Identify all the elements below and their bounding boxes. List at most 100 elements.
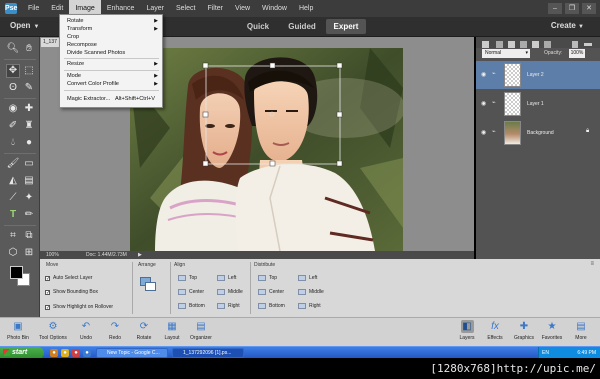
redo-button[interactable]: ↷ Redo	[100, 320, 130, 341]
minimize-icon[interactable]: –	[548, 3, 562, 14]
marquee-tool-icon[interactable]: ⬚	[22, 64, 36, 78]
crop-tool-icon[interactable]: ⌗	[6, 229, 20, 243]
distribute-middle-icon	[298, 289, 306, 295]
menu-item-convert-color-profile[interactable]: Convert Color Profile ▶	[60, 80, 162, 88]
distribute-center-button[interactable]: Center	[258, 289, 284, 295]
menu-item-crop[interactable]: Crop	[60, 33, 162, 41]
link-icon[interactable]: ⌁	[492, 70, 496, 77]
graphics-button[interactable]: ✚ Graphics	[509, 320, 539, 341]
sponge-tool-icon[interactable]: ●	[22, 136, 36, 150]
foreground-color-swatch[interactable]	[10, 266, 23, 279]
create-button[interactable]: Create ▼	[551, 21, 584, 30]
blend-mode-select[interactable]: Normal ▾	[482, 49, 530, 58]
zoom-tool-icon[interactable]: 🔍︎	[6, 42, 20, 56]
organizer-button[interactable]: ▤ Organizer	[186, 320, 216, 341]
spot-healing-tool-icon[interactable]: ✚	[22, 102, 36, 116]
quicklaunch-icon[interactable]: ●	[83, 349, 91, 357]
menu-item-recompose[interactable]: Recompose	[60, 41, 162, 49]
link-icon[interactable]: ⌁	[492, 128, 496, 135]
opacity-input[interactable]: 100%	[569, 49, 585, 58]
custom-shape-tool-icon[interactable]: ✦	[22, 191, 36, 205]
menu-help[interactable]: Help	[293, 0, 319, 17]
distribute-middle-button[interactable]: Middle	[298, 289, 324, 295]
menu-item-divide-scanned-photos[interactable]: Divide Scanned Photos	[60, 49, 162, 57]
auto-select-layer-checkbox[interactable]: ✓ Auto Select Layer	[45, 275, 92, 281]
link-icon[interactable]: ⌁	[492, 99, 496, 106]
document-tab[interactable]: 1_137	[41, 38, 61, 47]
type-tool-icon[interactable]: T	[6, 208, 20, 222]
menu-select[interactable]: Select	[170, 0, 201, 17]
content-aware-move-tool-icon[interactable]: ⬡	[6, 246, 20, 260]
layout-button[interactable]: ▦ Layout	[157, 320, 187, 341]
tab-quick[interactable]: Quick	[238, 19, 278, 34]
taskbar-button[interactable]: New Topic - Google C...	[96, 348, 168, 358]
tool-options-button[interactable]: ⚙︎ Tool Options	[38, 320, 68, 341]
eraser-tool-icon[interactable]: ▭	[22, 157, 36, 171]
menu-item-magic-extractor[interactable]: Magic Extractor... Alt+Shift+Ctrl+V	[60, 95, 162, 103]
tab-expert[interactable]: Expert	[326, 19, 366, 34]
align-middle-button[interactable]: Middle	[217, 289, 243, 295]
windows-taskbar: start ● ● ● ● New Topic - Google C... 1_…	[0, 346, 600, 359]
lasso-tool-icon[interactable]: ʘ	[6, 81, 20, 95]
favorites-button[interactable]: ★ Favorites	[537, 320, 567, 341]
align-center-button[interactable]: Center	[178, 289, 204, 295]
close-icon[interactable]: ✕	[582, 3, 596, 14]
quicklaunch-icon[interactable]: ●	[61, 349, 69, 357]
align-bottom-button[interactable]: Bottom	[178, 303, 205, 309]
menu-file[interactable]: File	[22, 0, 45, 17]
eye-icon[interactable]: ◉	[481, 100, 486, 107]
tab-guided[interactable]: Guided	[282, 19, 322, 34]
straighten-tool-icon[interactable]: ⊞	[22, 246, 36, 260]
photo-bin-button[interactable]: ▣ Photo Bin	[3, 320, 33, 341]
layer-row[interactable]: ◉ ⌁ Layer 1	[476, 90, 600, 118]
eyedropper-tool-icon[interactable]: ⟋	[6, 191, 20, 205]
open-button[interactable]: Open ▼	[10, 21, 39, 30]
brush-tool-icon[interactable]: 🖌︎	[6, 157, 20, 171]
panel-menu-icon[interactable]: ≡	[590, 261, 594, 267]
eye-icon[interactable]: ◉	[481, 71, 486, 78]
menu-view[interactable]: View	[229, 0, 256, 17]
blur-tool-icon[interactable]: 💧︎	[6, 136, 20, 150]
more-button[interactable]: ▤ More	[566, 320, 596, 341]
taskbar-button[interactable]: 1_137292096 [1].ps...	[172, 348, 244, 358]
distribute-right-button[interactable]: Right	[298, 303, 321, 309]
layer-row[interactable]: ◉ ⌁ Layer 2	[476, 61, 600, 89]
recompose-tool-icon[interactable]: ⧉	[22, 229, 36, 243]
lock-icon[interactable]: 🔒︎	[586, 128, 589, 135]
arrange-icon[interactable]	[140, 277, 158, 293]
move-tool-icon[interactable]: ✥	[6, 64, 20, 78]
menu-item-transform[interactable]: Transform ▶	[60, 25, 162, 33]
rotate-button[interactable]: ⟳ Rotate	[129, 320, 159, 341]
align-top-button[interactable]: Top	[178, 275, 197, 281]
clone-stamp-tool-icon[interactable]: ♜	[22, 119, 36, 133]
hand-tool-icon[interactable]: ✋︎	[22, 42, 36, 56]
pencil-tool-icon[interactable]: ✏︎	[22, 208, 36, 222]
eye-icon[interactable]: ◉	[481, 129, 486, 136]
menu-window[interactable]: Window	[256, 0, 293, 17]
paint-bucket-tool-icon[interactable]: ◭	[6, 174, 20, 188]
smart-brush-tool-icon[interactable]: ✐	[6, 119, 20, 133]
status-menu-arrow-icon[interactable]: ▶	[138, 251, 142, 259]
layers-button[interactable]: ◧ Layers	[452, 320, 482, 341]
menu-item-mode[interactable]: Mode ▶	[60, 72, 162, 80]
distribute-left-button[interactable]: Left	[298, 275, 317, 281]
quick-selection-tool-icon[interactable]: ✎	[22, 81, 36, 95]
quicklaunch-icon[interactable]: ●	[72, 349, 80, 357]
menu-filter[interactable]: Filter	[201, 0, 229, 17]
align-right-button[interactable]: Right	[217, 303, 240, 309]
show-bounding-box-checkbox[interactable]: ✓ Show Bounding Box	[45, 289, 98, 295]
distribute-bottom-button[interactable]: Bottom	[258, 303, 285, 309]
restore-icon[interactable]: ❐	[565, 3, 579, 14]
layer-row[interactable]: ◉ ⌁ Background 🔒︎	[476, 119, 600, 147]
align-left-button[interactable]: Left	[217, 275, 236, 281]
gradient-tool-icon[interactable]: ▤	[22, 174, 36, 188]
eye-tool-icon[interactable]: ◉	[6, 102, 20, 116]
menu-item-resize[interactable]: Resize ▶	[60, 60, 162, 68]
undo-button[interactable]: ↶ Undo	[71, 320, 101, 341]
distribute-top-button[interactable]: Top	[258, 275, 277, 281]
show-highlight-checkbox[interactable]: ✓ Show Highlight on Rollover	[45, 304, 113, 310]
effects-button[interactable]: fx Effects	[480, 320, 510, 341]
menu-item-rotate[interactable]: Rotate ▶	[60, 17, 162, 25]
photo-canvas[interactable]	[130, 48, 403, 251]
quicklaunch-icon[interactable]: ●	[50, 349, 58, 357]
